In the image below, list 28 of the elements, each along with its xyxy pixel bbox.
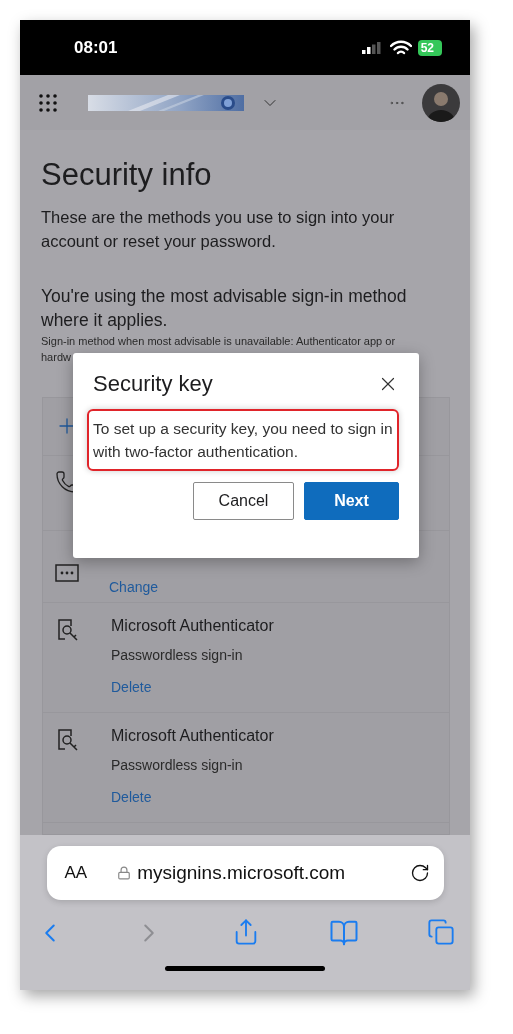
tabs-icon[interactable] (427, 918, 455, 946)
page-title: Security info (41, 156, 213, 194)
page-description: These are the methods you use to sign into your account or reset your password. (41, 207, 396, 252)
method-subtitle: Passwordless sign-in (111, 757, 244, 773)
password-icon (55, 563, 79, 583)
reload-icon[interactable] (409, 863, 430, 883)
lock-icon (117, 866, 132, 880)
method-title: Microsoft Authenticator (111, 727, 274, 745)
address-bar[interactable]: AA mysignins.microsoft.com (46, 846, 444, 900)
wifi-icon (389, 39, 412, 56)
next-button[interactable]: Next (304, 482, 399, 520)
bookmarks-icon[interactable] (328, 918, 359, 948)
method-action-link[interactable]: Change (109, 579, 159, 595)
status-time: 08:01 (74, 37, 119, 58)
cancel-button[interactable]: Cancel (193, 482, 294, 520)
method-subtitle: Passwordless sign-in (111, 647, 244, 663)
method-title: Microsoft Authenticator (111, 617, 274, 635)
url-text: mysignins.microsoft.com (137, 862, 346, 884)
avatar[interactable] (422, 83, 460, 122)
text-size-button[interactable]: AA (64, 863, 88, 883)
dialog-message: To set up a security key, you need to sign in with two-factor authentication. (87, 409, 399, 471)
signal-icon (361, 41, 382, 54)
app-launcher-icon[interactable] (38, 92, 58, 113)
battery-level: 52 (417, 39, 442, 56)
advisable-notice: You're using the most advisable sign-in method where it applies. (41, 285, 408, 332)
dialog-title: Security key (93, 371, 213, 397)
fallback-note: hardw (41, 350, 72, 365)
fallback-note: Sign-in method when most advisable is unavailable: Authenticator app or (41, 334, 397, 349)
